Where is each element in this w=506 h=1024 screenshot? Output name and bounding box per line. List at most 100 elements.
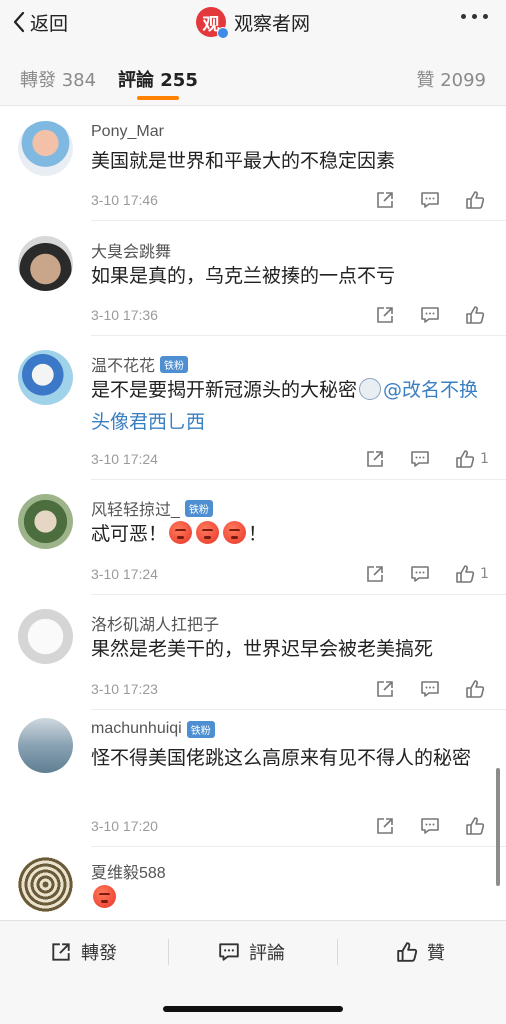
comment-text: 美国就是世界和平最大的不稳定因素	[91, 150, 396, 172]
like-count: 1	[480, 566, 489, 582]
top-navigation-bar: 返回 观 观察者网	[0, 0, 506, 46]
account-avatar[interactable]: 观	[195, 7, 229, 39]
avatar[interactable]	[18, 121, 73, 176]
divider	[91, 335, 506, 336]
separator	[337, 939, 338, 965]
share-button[interactable]	[375, 188, 420, 212]
bottom-action-bar: 轉發 評論 贊	[0, 920, 506, 982]
comment-icon	[219, 943, 239, 961]
like-button[interactable]	[465, 677, 506, 701]
home-indicator[interactable]	[163, 1006, 343, 1012]
comment-author[interactable]: Pony_Mar	[91, 123, 164, 141]
like-icon	[466, 306, 485, 324]
comment-button[interactable]	[420, 814, 465, 838]
like-button[interactable]: 1	[455, 562, 506, 586]
like-icon	[466, 817, 485, 835]
like-icon	[397, 942, 418, 962]
page-title-group: 观 观察者网	[0, 4, 506, 40]
comment-author[interactable]: 温不花花	[91, 352, 155, 376]
bottom-comment-label: 評論	[249, 943, 285, 964]
comment-icon	[411, 451, 429, 467]
share-icon	[377, 192, 393, 208]
comment-text	[91, 882, 486, 914]
separator	[168, 939, 169, 965]
share-button[interactable]	[375, 303, 420, 327]
comment-button[interactable]	[420, 677, 465, 701]
share-icon	[377, 681, 393, 697]
tab-like[interactable]: 贊 2099	[416, 66, 486, 92]
share-icon	[52, 943, 70, 961]
more-button[interactable]	[461, 14, 488, 19]
avatar[interactable]	[18, 718, 73, 773]
fan-badge: 铁粉	[160, 355, 189, 373]
share-icon	[377, 818, 393, 834]
comment-text-tail: ！	[248, 523, 268, 545]
page-title: 观察者网	[233, 12, 310, 35]
comment-time: 3-10 17:24	[91, 566, 158, 582]
comment-author[interactable]: 风轻轻掠过_	[91, 496, 180, 520]
like-button[interactable]	[465, 303, 506, 327]
comment-icon	[421, 192, 439, 208]
comment-author[interactable]: 洛杉矶湖人扛把子	[91, 611, 219, 635]
comment-time: 3-10 17:46	[91, 192, 158, 208]
comment-text: 果然是老美干的，世界迟早会被老美搞死	[91, 638, 434, 660]
scrollbar[interactable]	[496, 768, 500, 886]
comment-icon	[421, 818, 439, 834]
share-button[interactable]	[365, 562, 410, 586]
comment-text: 如果是真的，乌克兰被揍的一点不亏	[91, 265, 396, 287]
comment-icon	[411, 566, 429, 582]
avatar[interactable]	[18, 494, 73, 549]
angry-emoji-icon	[169, 521, 193, 544]
avatar[interactable]	[18, 857, 73, 912]
bottom-comment-button[interactable]: 評論	[218, 939, 285, 965]
comment-text: 怪不得美国佬跳这么高原来有见不得人的秘密	[91, 747, 472, 769]
comment-list[interactable]: Pony_Mar 美国就是世界和平最大的不稳定因素 3-10 17:46 大臭会…	[0, 106, 506, 920]
fan-badge: 铁粉	[184, 499, 213, 517]
comment-time: 3-10 17:20	[91, 818, 158, 834]
like-button[interactable]	[465, 188, 506, 212]
comment-author[interactable]: machunhuiqi	[91, 720, 182, 738]
divider	[91, 709, 506, 710]
doge-emoji-icon	[359, 378, 382, 400]
comment-button[interactable]	[420, 188, 465, 212]
like-button[interactable]: 1	[455, 447, 506, 471]
more-icon	[461, 14, 466, 19]
comment-text-body: 是不是要揭开新冠源头的大秘密	[91, 379, 358, 401]
avatar[interactable]	[18, 609, 73, 664]
tab-bar: 轉發 384 評論 255 贊 2099	[0, 46, 506, 106]
avatar[interactable]	[18, 236, 73, 291]
share-icon	[377, 307, 393, 323]
comment-icon	[421, 681, 439, 697]
comment-author[interactable]: 大臭会跳舞	[91, 238, 171, 262]
like-count: 1	[480, 451, 489, 467]
comment-time: 3-10 17:23	[91, 681, 158, 697]
bottom-like-button[interactable]: 贊	[396, 939, 445, 965]
like-icon	[466, 191, 485, 209]
tab-comment[interactable]: 評論 255	[118, 66, 198, 92]
share-button[interactable]	[375, 814, 420, 838]
comment-text-body: 忒可恶！	[91, 523, 168, 545]
comment-time: 3-10 17:24	[91, 451, 158, 467]
verified-icon	[216, 27, 229, 39]
active-tab-indicator	[137, 96, 179, 100]
angry-emoji-icon	[223, 521, 247, 544]
share-button[interactable]	[375, 677, 420, 701]
comment-button[interactable]	[410, 447, 455, 471]
tab-repost[interactable]: 轉發 384	[20, 66, 96, 92]
divider	[91, 479, 506, 480]
angry-emoji-icon	[196, 521, 220, 544]
share-button[interactable]	[365, 447, 410, 471]
divider	[91, 220, 506, 221]
fan-badge: 铁粉	[186, 720, 215, 738]
share-icon	[367, 451, 383, 467]
divider	[91, 846, 506, 847]
like-icon	[466, 680, 485, 698]
comment-button[interactable]	[420, 303, 465, 327]
avatar[interactable]	[18, 350, 73, 405]
comment-text: 是不是要揭开新冠源头的大秘密 @改名不换头像君西乚西	[91, 374, 486, 438]
bottom-repost-button[interactable]: 轉發	[50, 939, 117, 965]
comment-button[interactable]	[410, 562, 455, 586]
home-indicator-area	[0, 982, 506, 1024]
comment-time: 3-10 17:36	[91, 307, 158, 323]
comment-author[interactable]: 夏维毅588	[91, 859, 166, 883]
